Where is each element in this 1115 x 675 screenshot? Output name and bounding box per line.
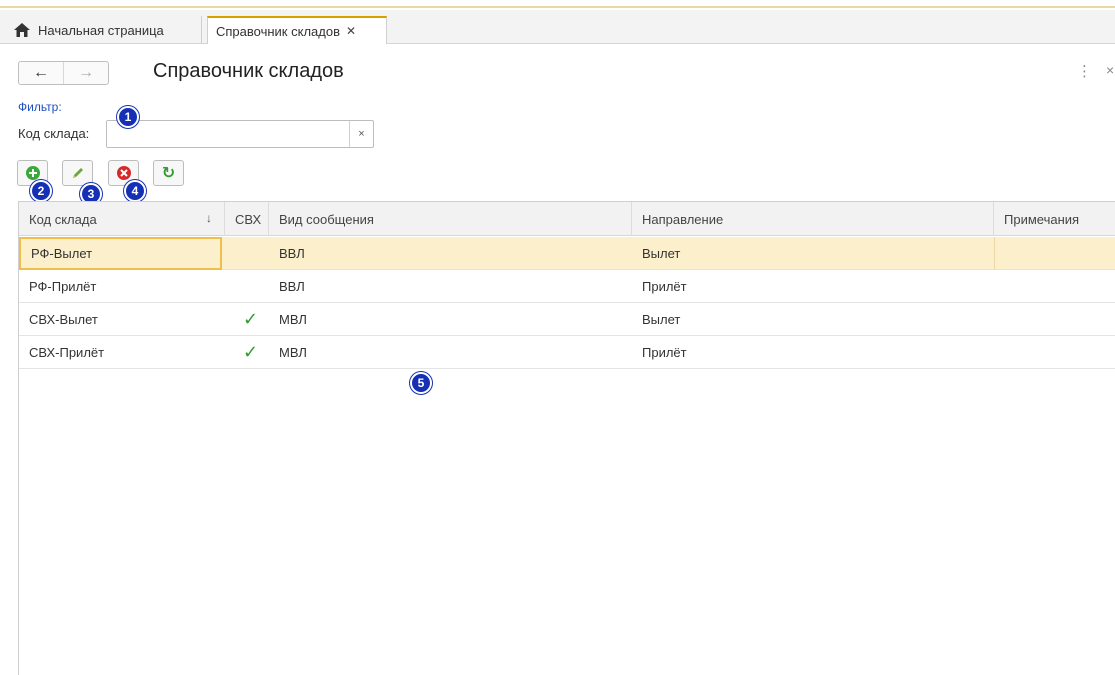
cell-svh[interactable]: ✓ xyxy=(233,303,269,336)
check-icon: ✓ xyxy=(243,309,259,329)
cell-svh[interactable]: ✓ xyxy=(233,336,269,369)
cell-direction[interactable]: Прилёт xyxy=(632,270,992,303)
check-icon: ✓ xyxy=(243,342,259,362)
table-header: Код склада ↓ СВХ Вид сообщения Направлен… xyxy=(19,202,1115,236)
column-header-svh-label: СВХ xyxy=(235,211,262,227)
cell-code[interactable]: СВХ-Вылет xyxy=(19,303,222,336)
cell-message-type[interactable]: ВВЛ xyxy=(269,237,629,270)
tab-warehouse-directory-label: Справочник складов xyxy=(216,23,340,39)
callout-badge-1: 1 xyxy=(117,106,139,128)
tab-warehouse-directory[interactable]: Справочник складов ✕ xyxy=(207,16,387,44)
table-row[interactable]: РФ-Вылет ВВЛ Вылет xyxy=(19,237,1115,270)
cell-direction[interactable]: Прилёт xyxy=(632,336,992,369)
cell-message-type[interactable]: ВВЛ xyxy=(269,270,629,303)
cell-code[interactable]: СВХ-Прилёт xyxy=(19,336,222,369)
cell-direction[interactable]: Вылет xyxy=(632,303,992,336)
column-header-message-type[interactable]: Вид сообщения xyxy=(269,202,632,236)
code-filter-input[interactable] xyxy=(107,121,347,147)
sort-arrow-icon: ↓ xyxy=(206,211,212,225)
column-header-direction[interactable]: Направление xyxy=(632,202,994,236)
cell-direction[interactable]: Вылет xyxy=(632,237,992,270)
column-header-notes[interactable]: Примечания xyxy=(994,202,1115,236)
code-filter-label: Код склада: xyxy=(18,126,90,141)
home-icon xyxy=(14,23,30,37)
cell-code[interactable]: РФ-Вылет xyxy=(19,237,222,270)
plus-circle-icon xyxy=(25,166,40,180)
callout-badge-5: 5 xyxy=(410,372,432,394)
column-header-svh[interactable]: СВХ xyxy=(225,202,269,236)
cell-code[interactable]: РФ-Прилёт xyxy=(19,270,222,303)
pencil-icon xyxy=(72,168,83,178)
cell-notes[interactable] xyxy=(994,270,1115,303)
column-header-code[interactable]: Код склада ↓ xyxy=(19,202,225,236)
navigation-group: ← → xyxy=(18,61,109,85)
edit-button[interactable] xyxy=(62,160,93,186)
cell-notes[interactable] xyxy=(994,237,1115,270)
forward-arrow-icon[interactable]: → xyxy=(63,62,108,84)
tab-home-label: Начальная страница xyxy=(38,22,164,38)
cell-message-type[interactable]: МВЛ xyxy=(269,303,629,336)
cell-notes[interactable] xyxy=(994,303,1115,336)
column-header-notes-label: Примечания xyxy=(1004,211,1080,227)
more-menu-icon[interactable]: ⋮ xyxy=(1077,62,1092,80)
cell-message-type[interactable]: МВЛ xyxy=(269,336,629,369)
back-arrow-icon[interactable]: ← xyxy=(19,62,63,84)
close-tab-icon[interactable]: ✕ xyxy=(346,24,356,38)
clear-filter-icon[interactable]: × xyxy=(349,121,373,147)
tab-home[interactable]: Начальная страница xyxy=(6,16,202,44)
table-row[interactable]: СВХ-Вылет ✓ МВЛ Вылет xyxy=(19,303,1115,336)
window-top-border xyxy=(0,0,1115,8)
column-header-message-type-label: Вид сообщения xyxy=(279,211,374,227)
column-header-direction-label: Направление xyxy=(642,211,724,227)
table-row[interactable]: РФ-Прилёт ВВЛ Прилёт xyxy=(19,270,1115,303)
close-window-icon[interactable]: × xyxy=(1106,62,1114,78)
warehouse-table: Код склада ↓ СВХ Вид сообщения Направлен… xyxy=(18,201,1115,675)
filter-label[interactable]: Фильтр: xyxy=(18,100,62,114)
column-header-code-label: Код склада xyxy=(29,211,97,227)
refresh-icon: ↻ xyxy=(161,165,176,182)
page-title: Справочник складов xyxy=(153,60,344,82)
refresh-button[interactable]: ↻ xyxy=(153,160,184,186)
callout-badge-2: 2 xyxy=(30,180,52,202)
table-row[interactable]: СВХ-Прилёт ✓ МВЛ Прилёт xyxy=(19,336,1115,369)
cell-notes[interactable] xyxy=(994,336,1115,369)
callout-badge-4: 4 xyxy=(124,180,146,202)
code-filter-field: × xyxy=(106,120,374,148)
x-circle-icon xyxy=(116,166,131,180)
tab-bar: Начальная страница Справочник складов ✕ xyxy=(0,10,1115,44)
